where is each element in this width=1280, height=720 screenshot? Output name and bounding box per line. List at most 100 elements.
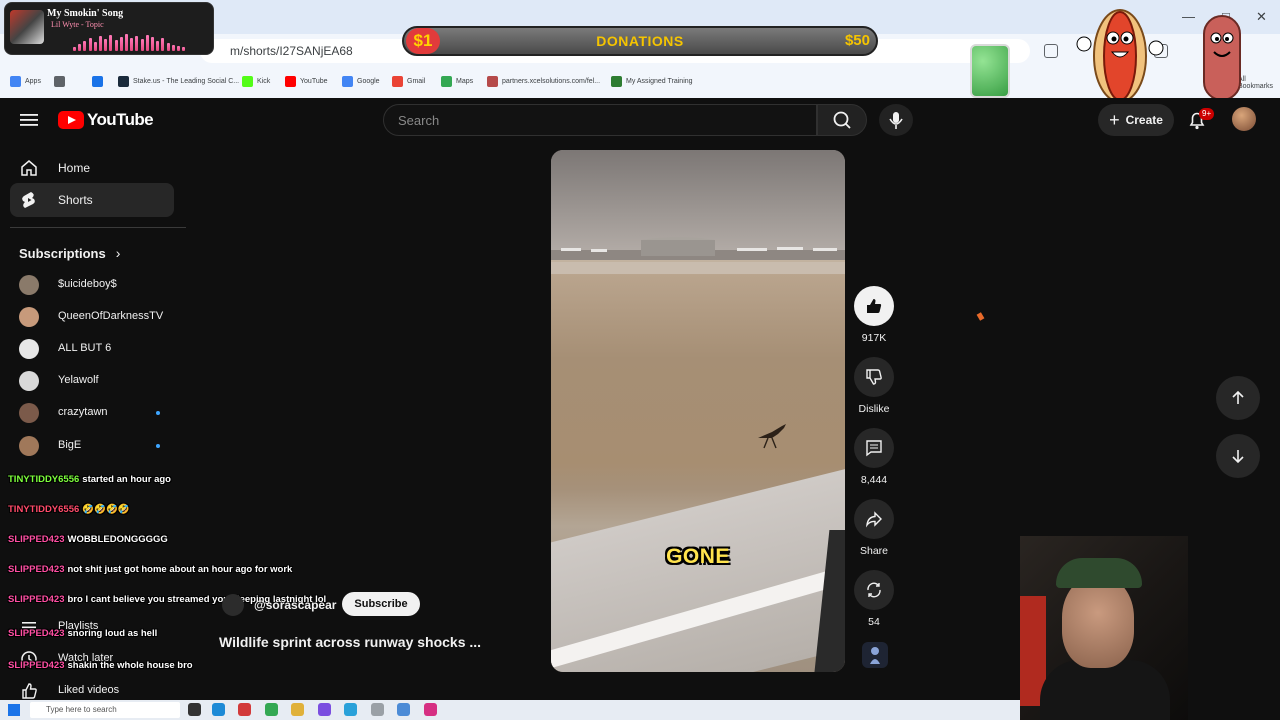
equalizer-bar [104,39,108,51]
instagram-icon[interactable] [424,703,437,716]
donation-label: DONATIONS [596,33,684,49]
bookmark-item[interactable]: Gmail [392,74,425,88]
equalizer-bar [145,35,149,51]
comment-icon [866,440,882,457]
equalizer-bar [73,47,76,51]
sidebar-item-label: Home [58,161,91,175]
youtube-wordmark: YouTube [87,110,154,129]
remix-button[interactable] [854,570,894,610]
bookmark-item[interactable]: partners.xcelsolutions.com/fel... [487,74,600,88]
bookmark-item[interactable]: Stake.us - The Leading Social C... [118,74,239,88]
chrome-icon[interactable] [265,703,278,716]
next-short-button[interactable] [1216,434,1260,478]
share-icon [865,511,882,528]
search-placeholder: Search [398,113,440,128]
comments-button[interactable] [854,428,894,468]
bookmark-favicon-icon [54,75,65,87]
bookmark-item[interactable]: Kick [242,74,270,88]
subscribe-button[interactable]: Subscribe [342,592,420,616]
channel-avatar[interactable] [222,594,244,616]
account-avatar[interactable] [1232,107,1256,131]
bookmark-item[interactable]: YouTube [285,74,328,88]
bookmark-item[interactable] [54,74,69,88]
roadrunner-icon [758,424,786,449]
video-title[interactable]: Wildlife sprint across runway shocks ... [219,634,481,650]
channel-name: ALL BUT 6 [58,342,112,354]
cast-icon[interactable] [1044,44,1058,58]
create-button[interactable]: + Create [1098,104,1174,136]
channel-handle[interactable]: @sorascapear [254,598,336,612]
comments-action[interactable]: 8,444 [854,428,894,486]
subscription-item[interactable]: crazytawn [10,399,174,427]
sound-thumbnail[interactable] [862,642,888,668]
thumbs-down-icon [866,369,882,385]
bookmark-item[interactable]: Google [342,74,380,88]
sidebar-item-label: Shorts [58,193,93,207]
app-icon[interactable] [397,703,410,716]
chat-username: SLIPPED423 [8,660,65,671]
windows-start-icon[interactable] [8,704,20,716]
search-button[interactable] [817,104,867,136]
chat-text: not shit just got home about an hour ago… [67,564,293,575]
channel-avatar [19,436,39,456]
dislike-action[interactable]: Dislike [854,357,894,415]
file-explorer-icon[interactable] [291,703,304,716]
bookmark-item[interactable]: Apps [10,74,41,88]
subscription-item[interactable]: QueenOfDarknessTV [10,303,174,331]
dislike-label: Dislike [858,403,890,415]
voice-search-button[interactable] [879,104,913,136]
close-window-button[interactable]: ✕ [1256,9,1267,25]
app-icon[interactable] [371,703,384,716]
taskview-icon[interactable] [188,703,201,716]
share-action[interactable]: Share [854,499,894,557]
subscriptions-heading[interactable]: Subscriptions › [19,245,120,261]
sidebar-item-shorts[interactable]: Shorts [10,183,174,217]
arrow-up-icon [1232,390,1244,404]
chat-text: 🤣🤣🤣🤣 [82,504,130,515]
like-button[interactable] [854,286,894,326]
chat-username: SLIPPED423 [8,534,65,545]
equalizer-bar [125,34,128,51]
minimize-window-button[interactable]: — [1182,9,1195,24]
channel-avatar [19,307,39,327]
remix-action[interactable]: 54 [854,570,894,628]
subscription-item[interactable]: BigE [10,432,174,460]
taskbar-search-input[interactable]: Type here to search [30,702,180,718]
thumbs-up-icon [867,299,882,313]
equalizer-bar [151,37,154,51]
hamburger-menu-icon[interactable] [18,109,40,131]
subscription-item[interactable]: $uicideboy$ [10,271,174,299]
bookmark-label: Stake.us - The Leading Social C... [133,77,240,85]
remix-count: 54 [868,616,880,628]
sidebar-divider [10,227,186,228]
share-button[interactable] [854,499,894,539]
remix-icon [867,582,881,598]
youtube-logo[interactable]: YouTube [58,110,154,130]
search-input[interactable]: Search [383,104,817,136]
app-icon[interactable] [318,703,331,716]
equalizer-bar [177,46,180,51]
bookmark-favicon-icon [10,75,21,87]
short-video-player[interactable] [551,150,845,672]
sidebar-item-home[interactable]: Home [10,151,174,185]
dislike-button[interactable] [854,357,894,397]
chat-text: shakin the whole house bro [67,660,193,671]
subscription-item[interactable]: Yelawolf [10,367,174,395]
like-action[interactable]: 917K [854,286,894,344]
bookmark-item[interactable] [92,74,107,88]
app-icon[interactable] [238,703,251,716]
bookmark-item[interactable]: Maps [441,74,473,88]
bookmark-item[interactable]: My Assigned Training [611,74,693,88]
bookmark-favicon-icon [285,75,296,87]
edge-icon[interactable] [212,703,225,716]
equalizer-bar [130,38,134,51]
subscription-item[interactable]: ALL BUT 6 [10,335,174,363]
telegram-icon[interactable] [344,703,357,716]
equalizer-bar [78,44,82,51]
chat-message: SLIPPED423 snoring loud as hell [8,628,157,642]
equalizer-bar [161,38,165,51]
previous-short-button[interactable] [1216,376,1260,420]
youtube-play-icon [58,111,84,129]
equalizer-bar [135,36,139,51]
chat-text: snoring loud as hell [67,628,158,639]
